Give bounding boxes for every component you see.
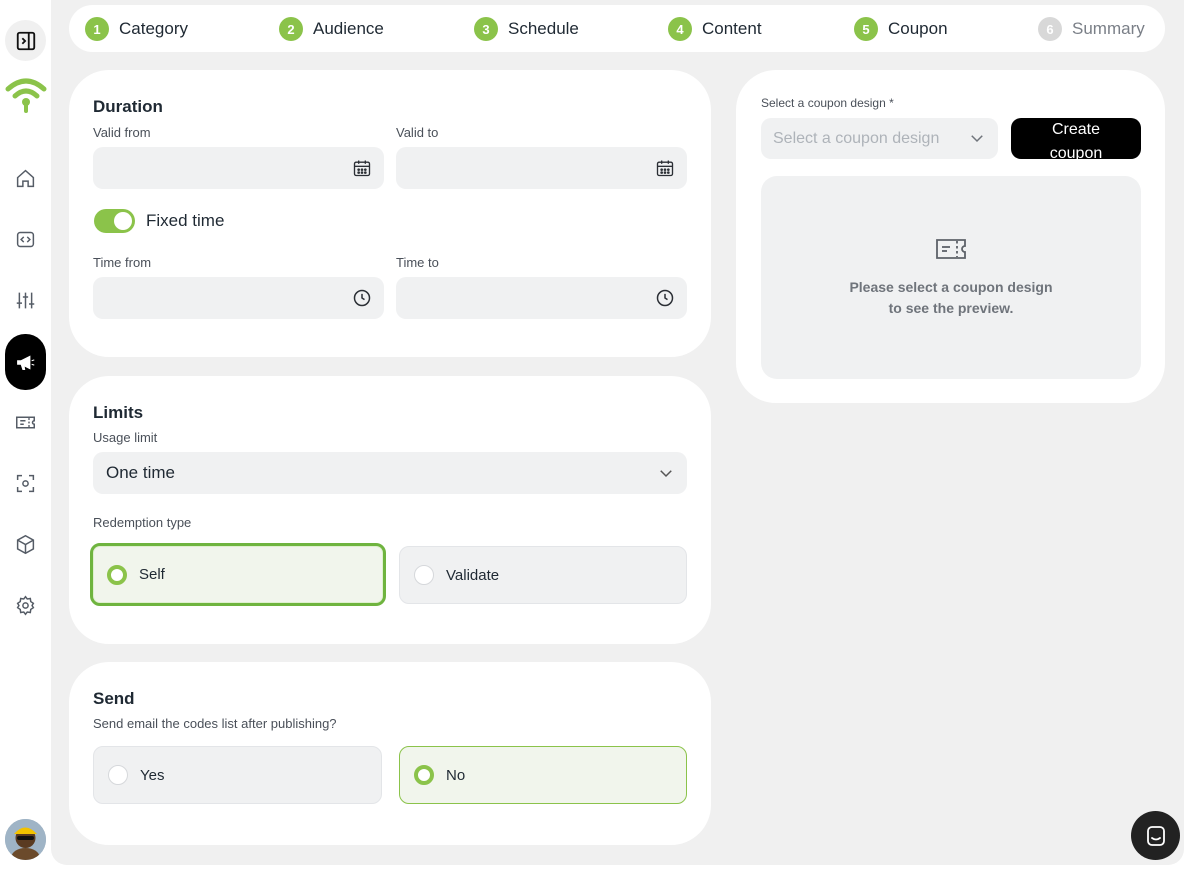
create-coupon-button[interactable]: Create coupon bbox=[1011, 118, 1141, 162]
duration-title: Duration bbox=[93, 97, 163, 116]
step-number: 2 bbox=[279, 17, 303, 41]
send-question: Send email the codes list after publishi… bbox=[93, 716, 337, 731]
redemption-type-label: Redemption type bbox=[93, 515, 192, 530]
step-number: 3 bbox=[474, 17, 498, 41]
sliders-icon[interactable] bbox=[5, 280, 46, 321]
step-label: Audience bbox=[313, 19, 384, 38]
step-coupon[interactable]: 5 Coupon bbox=[854, 17, 948, 41]
limits-card: Limits Usage limit One time Redemption t… bbox=[69, 376, 711, 644]
chevron-down-icon bbox=[971, 135, 983, 143]
fixed-time-toggle[interactable] bbox=[94, 209, 135, 233]
ticket-icon bbox=[936, 238, 966, 259]
home-icon[interactable] bbox=[5, 158, 46, 199]
send-title: Send bbox=[93, 689, 135, 708]
calendar-icon[interactable] bbox=[352, 158, 372, 178]
chevron-down-icon bbox=[660, 470, 672, 478]
valid-from-label: Valid from bbox=[93, 125, 151, 140]
preview-message-line1: Please select a coupon design bbox=[849, 278, 1053, 295]
avatar[interactable] bbox=[5, 819, 46, 860]
step-number: 5 bbox=[854, 17, 878, 41]
usage-limit-value: One time bbox=[106, 463, 175, 482]
radio-selected-icon bbox=[414, 765, 434, 785]
wifi-logo-icon bbox=[5, 78, 47, 113]
step-number: 4 bbox=[668, 17, 692, 41]
clock-icon[interactable] bbox=[352, 288, 372, 308]
time-from-field[interactable] bbox=[93, 277, 384, 319]
option-label: Validate bbox=[446, 566, 500, 584]
option-label: Yes bbox=[140, 766, 165, 784]
step-number: 6 bbox=[1038, 17, 1062, 41]
step-label: Coupon bbox=[888, 19, 948, 38]
coupon-design-label: Select a coupon design * bbox=[761, 96, 894, 110]
time-to-field[interactable] bbox=[396, 277, 687, 319]
scan-icon[interactable] bbox=[5, 463, 46, 504]
usage-limit-label: Usage limit bbox=[93, 430, 158, 445]
limits-title: Limits bbox=[93, 403, 144, 422]
coupon-preview: Please select a coupon design to see the… bbox=[761, 176, 1141, 379]
step-category[interactable]: 1 Category bbox=[85, 17, 188, 41]
radio-empty-icon bbox=[108, 765, 128, 785]
coupon-design-select[interactable]: Select a coupon design bbox=[761, 118, 998, 159]
valid-from-field[interactable] bbox=[93, 147, 384, 189]
collapse-panel-icon[interactable] bbox=[5, 20, 46, 61]
radio-empty-icon bbox=[414, 565, 434, 585]
step-label: Content bbox=[702, 19, 762, 38]
time-to-label: Time to bbox=[396, 255, 439, 270]
step-number: 1 bbox=[85, 17, 109, 41]
clock-icon[interactable] bbox=[655, 288, 675, 308]
step-progress: 1 Category 2 Audience 3 Schedule 4 Conte… bbox=[69, 5, 1165, 52]
redemption-validate-option[interactable]: Validate bbox=[399, 546, 687, 604]
send-yes-option[interactable]: Yes bbox=[93, 746, 382, 804]
box-icon[interactable] bbox=[5, 524, 46, 565]
redemption-self-option[interactable]: Self bbox=[90, 543, 386, 606]
step-audience[interactable]: 2 Audience bbox=[279, 17, 384, 41]
step-schedule[interactable]: 3 Schedule bbox=[474, 17, 579, 41]
code-icon[interactable] bbox=[5, 219, 46, 260]
valid-to-field[interactable] bbox=[396, 147, 687, 189]
option-label: Self bbox=[139, 566, 165, 583]
window-edge bbox=[1184, 0, 1200, 880]
coupon-design-placeholder: Select a coupon design bbox=[773, 129, 940, 147]
ticket-icon[interactable] bbox=[5, 402, 46, 443]
step-label: Schedule bbox=[508, 19, 579, 38]
radio-selected-icon bbox=[107, 564, 127, 585]
chat-icon[interactable] bbox=[1131, 811, 1180, 860]
send-card: Send Send email the codes list after pub… bbox=[69, 662, 711, 845]
fixed-time-label: Fixed time bbox=[146, 211, 225, 230]
duration-card: Duration Valid from Valid to Fixed time … bbox=[69, 70, 711, 357]
calendar-icon[interactable] bbox=[655, 158, 675, 178]
step-content[interactable]: 4 Content bbox=[668, 17, 762, 41]
preview-message-line2: to see the preview. bbox=[888, 299, 1014, 316]
step-label: Summary bbox=[1072, 19, 1145, 38]
step-label: Category bbox=[119, 19, 188, 38]
sidebar bbox=[0, 0, 51, 880]
step-summary[interactable]: 6 Summary bbox=[1038, 17, 1145, 41]
megaphone-icon[interactable] bbox=[5, 334, 46, 390]
time-from-label: Time from bbox=[93, 255, 152, 270]
valid-to-label: Valid to bbox=[396, 125, 439, 140]
option-label: No bbox=[446, 766, 466, 784]
send-no-option[interactable]: No bbox=[399, 746, 687, 804]
settings-icon[interactable] bbox=[5, 585, 46, 626]
usage-limit-select[interactable]: One time bbox=[93, 452, 687, 494]
